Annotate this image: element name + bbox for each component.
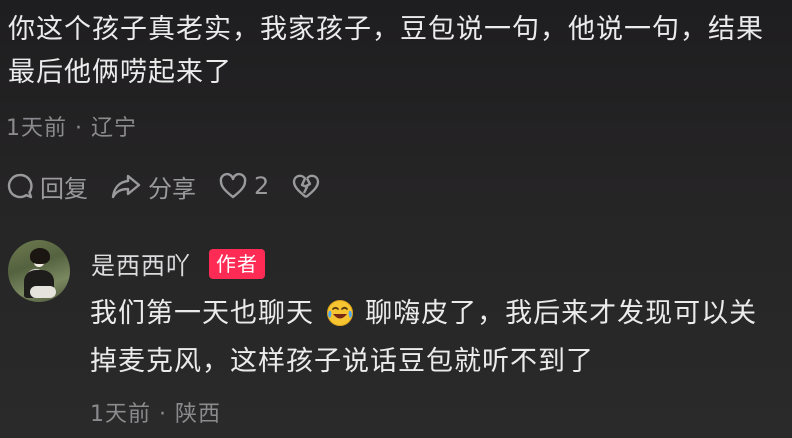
reply-text: 我们第一天也聊天 聊嗨皮了，我后来才发现可以关掉麦克风，这样孩子说话豆包就听不到… xyxy=(90,290,780,386)
comment-meta: 1天前 · 辽宁 xyxy=(6,116,137,141)
like-button[interactable]: 2 xyxy=(218,172,269,200)
broken-heart-icon xyxy=(293,174,320,198)
reply-button[interactable]: 回复 xyxy=(6,169,88,204)
comment-actions: 回复 分享 2 xyxy=(6,168,349,204)
share-label: 分享 xyxy=(148,174,196,203)
like-count: 2 xyxy=(254,172,270,200)
reply-icon xyxy=(7,173,33,199)
comment-text: 你这个孩子真老实，我家孩子，豆包说一句，他说一句，结果最后他俩唠起来了 xyxy=(8,14,764,88)
laughing-crying-emoji-icon xyxy=(326,300,353,326)
author-badge: 作者 xyxy=(209,248,265,279)
heart-icon xyxy=(219,172,247,199)
avatar[interactable] xyxy=(8,240,70,302)
dislike-button[interactable] xyxy=(291,172,327,200)
reply-text-part-1: 我们第一天也聊天 xyxy=(90,298,314,329)
share-button[interactable]: 分享 xyxy=(110,169,196,204)
reply-username[interactable]: 是西西吖 xyxy=(91,246,191,281)
reply-author: 是西西吖 作者 xyxy=(91,246,265,281)
share-icon xyxy=(111,174,141,199)
reply-meta: 1天前 · 陕西 xyxy=(90,402,221,427)
reply-label: 回复 xyxy=(40,174,88,203)
